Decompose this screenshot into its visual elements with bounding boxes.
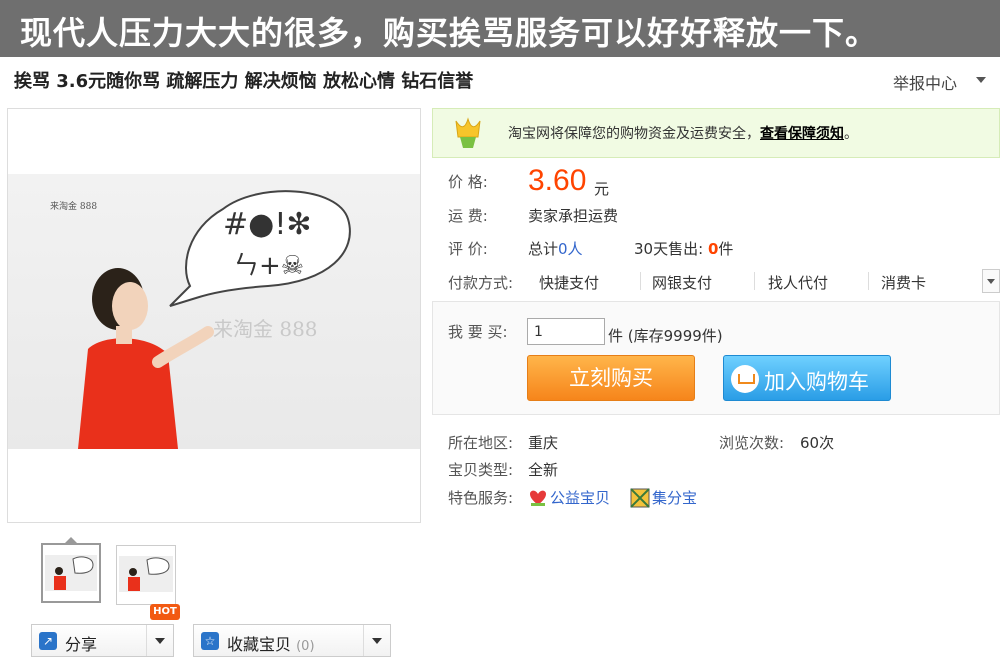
- divider: [146, 625, 147, 656]
- report-center-link[interactable]: 举报中心: [893, 70, 957, 94]
- main-product-image[interactable]: #●!✻ ㄣ+☠ 来淘金 888 来淘金 888: [7, 108, 421, 523]
- purchase-box: [432, 301, 1000, 415]
- caption-banner: 现代人压力大大的很多，购买挨骂服务可以好好释放一下。: [0, 0, 1000, 57]
- payment-quick[interactable]: 快捷支付: [539, 272, 599, 293]
- thumbnail-image: [45, 555, 97, 591]
- sold-summary: 30天售出: 0件: [634, 238, 733, 259]
- protection-end: 。: [844, 126, 858, 142]
- photo-illustration: #●!✻ ㄣ+☠ 来淘金 888 来淘金 888: [50, 190, 351, 449]
- chevron-down-icon[interactable]: [372, 638, 382, 644]
- location-value: 重庆: [528, 434, 559, 452]
- review-count-link[interactable]: 0人: [558, 240, 583, 258]
- watermark-small: 来淘金 888: [50, 200, 97, 212]
- shipping-value: 卖家承担运费: [528, 207, 619, 225]
- sold-prefix: 30天售出:: [634, 240, 704, 258]
- watermark-large: 来淘金 888: [213, 317, 318, 341]
- favorite-icon: ☆: [201, 632, 219, 650]
- sold-count: 0: [707, 240, 719, 258]
- charity-item-link[interactable]: 公益宝贝: [550, 487, 610, 508]
- favorite-count: (0): [296, 639, 315, 654]
- price-label: 价 格:: [448, 173, 488, 191]
- services-label: 特色服务:: [448, 489, 514, 507]
- bubble-symbols-bottom: ㄣ+☠: [233, 251, 304, 281]
- payment-label: 付款方式:: [448, 274, 514, 292]
- chevron-down-icon[interactable]: [155, 638, 165, 644]
- share-label: 分享: [65, 635, 98, 654]
- sold-unit: 件: [718, 240, 734, 258]
- protection-text: 淘宝网将保障您的购物资金及运费安全，查看保障须知。: [508, 123, 858, 143]
- divider: [868, 272, 869, 290]
- payment-proxy[interactable]: 找人代付: [768, 272, 828, 293]
- add-to-cart-button[interactable]: 加入购物车: [723, 355, 891, 401]
- thumbnail-image: [119, 556, 173, 592]
- shipping-label: 运 费:: [448, 207, 488, 225]
- favorite-button[interactable]: ☆ 收藏宝贝 (0): [193, 624, 391, 657]
- favorite-text: 收藏宝贝: [227, 635, 292, 654]
- price-value: 3.60: [528, 164, 587, 197]
- chevron-down-icon[interactable]: [976, 77, 986, 83]
- divider: [754, 272, 755, 290]
- caption-text: 现代人压力大大的很多，购买挨骂服务可以好好释放一下。: [20, 14, 879, 52]
- points-treasure-icon: [630, 488, 650, 508]
- views-label: 浏览次数:: [719, 434, 785, 452]
- protection-message: 淘宝网将保障您的购物资金及运费安全，: [508, 126, 760, 142]
- buy-now-button[interactable]: 立刻购买: [527, 355, 695, 401]
- stock-text: 件 (库存9999件): [608, 327, 723, 345]
- item-type-value: 全新: [528, 461, 559, 479]
- bubble-symbols-top: #●!✻: [223, 207, 311, 242]
- thumbnail-2[interactable]: [116, 545, 176, 605]
- shield-icon: [455, 117, 481, 148]
- share-button[interactable]: ↗ 分享: [31, 624, 174, 657]
- divider: [363, 625, 364, 656]
- location-label: 所在地区:: [448, 434, 514, 452]
- product-photo: #●!✻ ㄣ+☠ 来淘金 888 来淘金 888: [8, 174, 420, 449]
- protection-info-link[interactable]: 查看保障须知: [760, 126, 844, 142]
- thumbnail-1[interactable]: [41, 543, 101, 603]
- review-label: 评 价:: [448, 240, 488, 258]
- views-value: 60次: [800, 434, 835, 452]
- favorite-label: 收藏宝贝 (0): [227, 631, 315, 655]
- item-type-label: 宝贝类型:: [448, 461, 514, 479]
- payment-card[interactable]: 消费卡: [881, 272, 926, 293]
- hot-badge: HOT: [150, 604, 180, 620]
- divider: [640, 272, 641, 290]
- quantity-label: 我 要 买:: [448, 323, 508, 341]
- points-treasure-link[interactable]: 集分宝: [652, 487, 697, 508]
- share-icon: ↗: [39, 632, 57, 650]
- buyer-protection-bar: 淘宝网将保障您的购物资金及运费安全，查看保障须知。: [432, 108, 1000, 158]
- review-summary: 总计0人: [528, 238, 583, 259]
- payment-more-button[interactable]: [982, 269, 1000, 293]
- quantity-input[interactable]: [527, 318, 605, 345]
- review-prefix: 总计: [528, 240, 559, 258]
- item-title: 挨骂 3.6元随你骂 疏解压力 解决烦恼 放松心情 钻石信誉: [14, 71, 474, 92]
- add-to-cart-label: 加入购物车: [764, 370, 869, 394]
- cart-icon: [731, 365, 759, 393]
- price-unit: 元: [594, 180, 610, 198]
- payment-bank[interactable]: 网银支付: [652, 272, 712, 293]
- charity-heart-icon: [530, 490, 546, 506]
